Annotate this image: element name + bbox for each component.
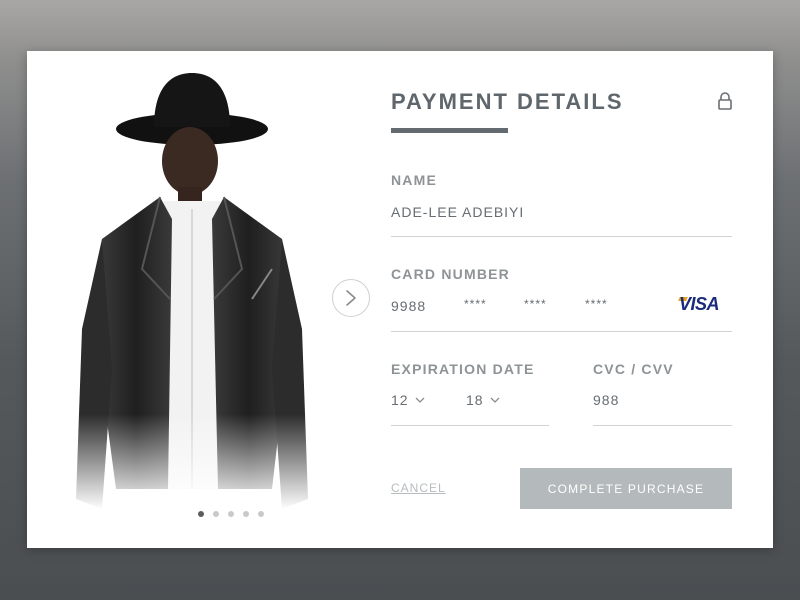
complete-purchase-button[interactable]: COMPLETE PURCHASE: [520, 468, 732, 509]
title-underline: [391, 128, 508, 133]
card-number-group-3[interactable]: ****: [524, 297, 547, 311]
model-illustration: [72, 69, 312, 548]
exp-year-value: 18: [466, 392, 484, 408]
page-title: PAYMENT DETAILS: [391, 89, 624, 114]
chevron-right-icon: [346, 290, 356, 306]
carousel-dot[interactable]: [258, 511, 264, 517]
cvc-underline: [593, 425, 732, 426]
visa-logo: VISA: [679, 294, 720, 314]
cancel-button[interactable]: CANCEL: [391, 481, 446, 495]
card-number-group-2[interactable]: ****: [464, 297, 487, 311]
carousel-dot[interactable]: [198, 511, 204, 517]
card-number-underline: [391, 331, 732, 332]
carousel-dot[interactable]: [243, 511, 249, 517]
carousel-dot[interactable]: [213, 511, 219, 517]
exp-year-select[interactable]: 18: [466, 392, 500, 408]
expiration-label: EXPIRATION DATE: [391, 361, 535, 377]
carousel-dot[interactable]: [228, 511, 234, 517]
lock-icon: [718, 92, 732, 110]
carousel-dots: [198, 511, 264, 517]
product-image: [72, 69, 312, 548]
exp-month-select[interactable]: 12: [391, 392, 425, 408]
name-underline: [391, 236, 732, 237]
cvc-label: CVC / CVV: [593, 361, 674, 377]
chevron-down-icon: [490, 397, 500, 403]
card-number-group-4[interactable]: ****: [585, 297, 608, 311]
next-slide-button[interactable]: [332, 279, 370, 317]
name-label: NAME: [391, 172, 438, 188]
payment-card: PAYMENT DETAILS NAME ADE-LEE ADEBIYI CAR…: [27, 51, 773, 548]
chevron-down-icon: [415, 397, 425, 403]
card-number-label: CARD NUMBER: [391, 266, 510, 282]
expiration-underline: [391, 425, 549, 426]
name-field[interactable]: ADE-LEE ADEBIYI: [391, 204, 524, 220]
exp-month-value: 12: [391, 392, 409, 408]
card-number-group-1[interactable]: 9988: [391, 298, 426, 314]
cvc-field[interactable]: 988: [593, 392, 619, 408]
